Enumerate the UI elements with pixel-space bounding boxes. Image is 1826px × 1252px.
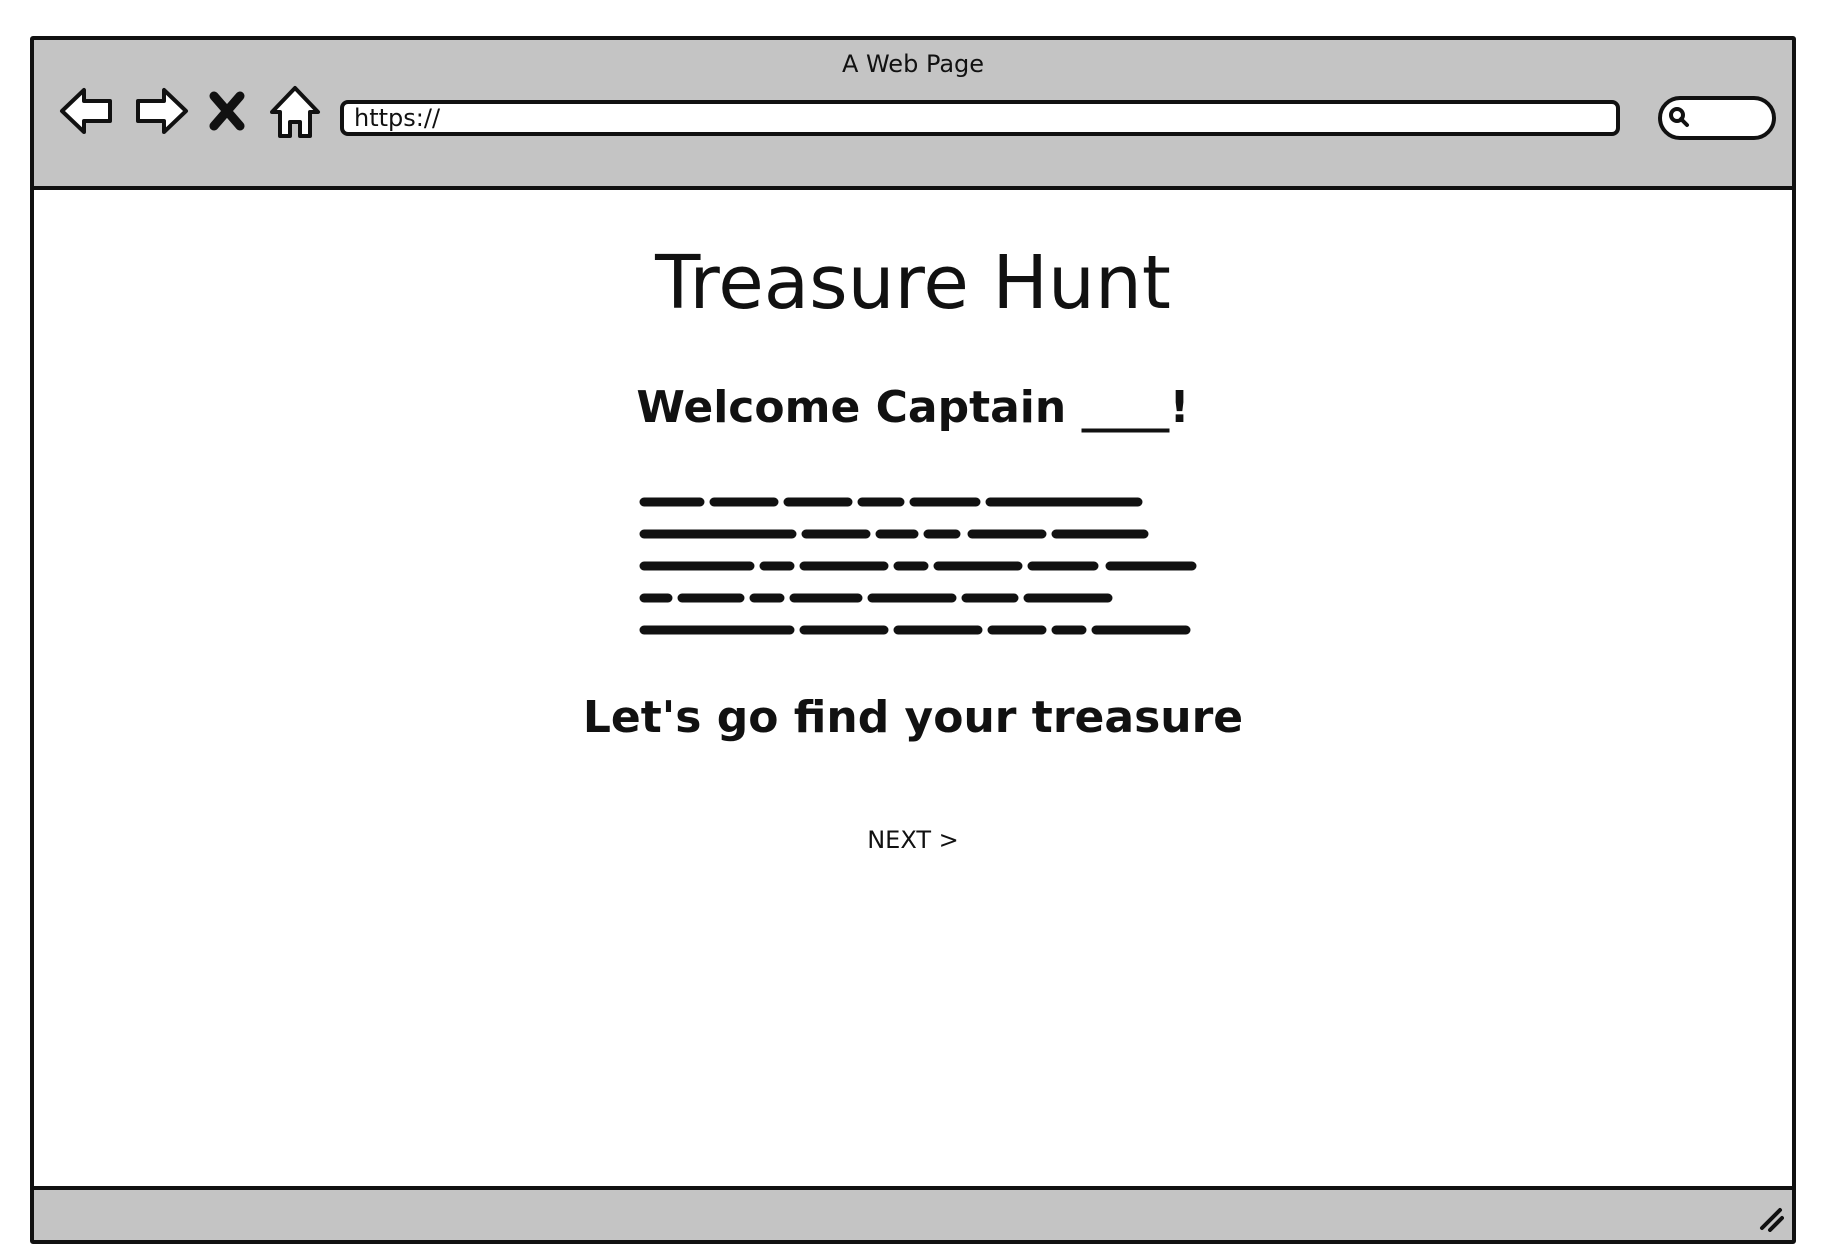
search-input[interactable] bbox=[1658, 96, 1776, 140]
url-input[interactable]: https:// bbox=[340, 100, 1620, 136]
resize-grip-icon[interactable] bbox=[1756, 1204, 1784, 1232]
close-icon[interactable] bbox=[204, 80, 252, 142]
window-title: A Web Page bbox=[841, 50, 985, 78]
back-arrow-icon[interactable] bbox=[56, 80, 118, 142]
browser-toolbar: A Web Page https:// bbox=[34, 40, 1792, 190]
placeholder-text-scribble bbox=[639, 497, 1197, 635]
home-icon[interactable] bbox=[264, 80, 326, 142]
search-icon bbox=[1669, 107, 1689, 127]
page-content: Treasure Hunt Welcome Captain ____! Let'… bbox=[34, 190, 1792, 1190]
next-button[interactable]: NEXT > bbox=[34, 826, 1792, 854]
browser-window: A Web Page https:// Treasure Hunt Welcom… bbox=[30, 36, 1796, 1244]
welcome-heading: Welcome Captain ____! bbox=[636, 382, 1190, 433]
page-title: Treasure Hunt bbox=[655, 240, 1171, 326]
status-bar bbox=[34, 1186, 1792, 1240]
tagline-heading: Let's go find your treasure bbox=[582, 692, 1244, 743]
forward-arrow-icon[interactable] bbox=[130, 80, 192, 142]
